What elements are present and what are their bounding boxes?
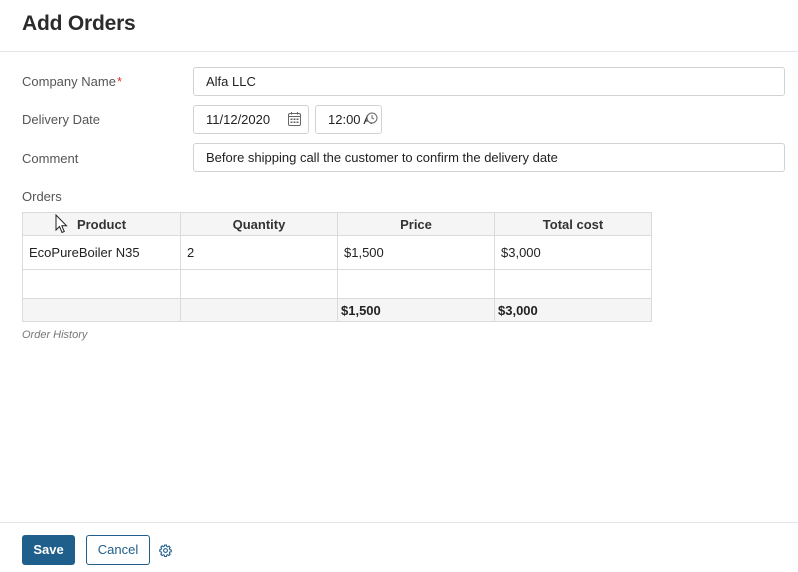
- table-row[interactable]: EcoPureBoiler N35 2 $1,500 $3,000: [22, 235, 652, 270]
- order-history-link[interactable]: Order History: [22, 329, 87, 341]
- save-button[interactable]: Save: [22, 535, 75, 565]
- totals-price: $1,500: [337, 298, 495, 322]
- table-row-empty[interactable]: [22, 269, 652, 299]
- mouse-cursor-icon: [55, 214, 68, 234]
- empty-cell-product[interactable]: [22, 269, 181, 299]
- cancel-button[interactable]: Cancel: [86, 535, 150, 565]
- company-name-input[interactable]: Alfa LLC: [193, 67, 785, 96]
- comment-input[interactable]: Before shipping call the customer to con…: [193, 143, 785, 172]
- column-header-price[interactable]: Price: [337, 212, 495, 236]
- totals-cell-quantity: [180, 298, 338, 322]
- delivery-date-label: Delivery Date: [22, 112, 101, 127]
- totals-cell-product: [22, 298, 181, 322]
- cell-product[interactable]: EcoPureBoiler N35: [22, 235, 181, 270]
- table-totals-row: $1,500 $3,000: [22, 298, 652, 322]
- column-header-total-cost[interactable]: Total cost: [494, 212, 652, 236]
- required-marker: *: [116, 74, 122, 89]
- empty-cell-price[interactable]: [337, 269, 495, 299]
- delivery-date-value: 11/12/2020: [206, 112, 271, 127]
- company-name-label-text: Company Name: [22, 74, 116, 89]
- company-name-label: Company Name*: [22, 74, 122, 89]
- page-title: Add Orders: [22, 12, 136, 35]
- gear-icon[interactable]: [159, 544, 172, 557]
- orders-table: Product Quantity Price Total cost EcoPur…: [22, 212, 652, 322]
- empty-cell-total-cost[interactable]: [494, 269, 652, 299]
- orders-label: Orders: [22, 189, 62, 204]
- clock-icon[interactable]: [366, 112, 378, 124]
- page-header: Add Orders: [0, 0, 798, 52]
- column-header-quantity[interactable]: Quantity: [180, 212, 338, 236]
- cell-total-cost[interactable]: $3,000: [494, 235, 652, 270]
- cell-price[interactable]: $1,500: [337, 235, 495, 270]
- empty-cell-quantity[interactable]: [180, 269, 338, 299]
- comment-label: Comment: [22, 151, 79, 166]
- cell-quantity[interactable]: 2: [180, 235, 338, 270]
- totals-total-cost: $3,000: [494, 298, 652, 322]
- calendar-icon[interactable]: [288, 112, 301, 126]
- table-header-row: Product Quantity Price Total cost: [22, 212, 652, 236]
- column-header-product[interactable]: Product: [22, 212, 181, 236]
